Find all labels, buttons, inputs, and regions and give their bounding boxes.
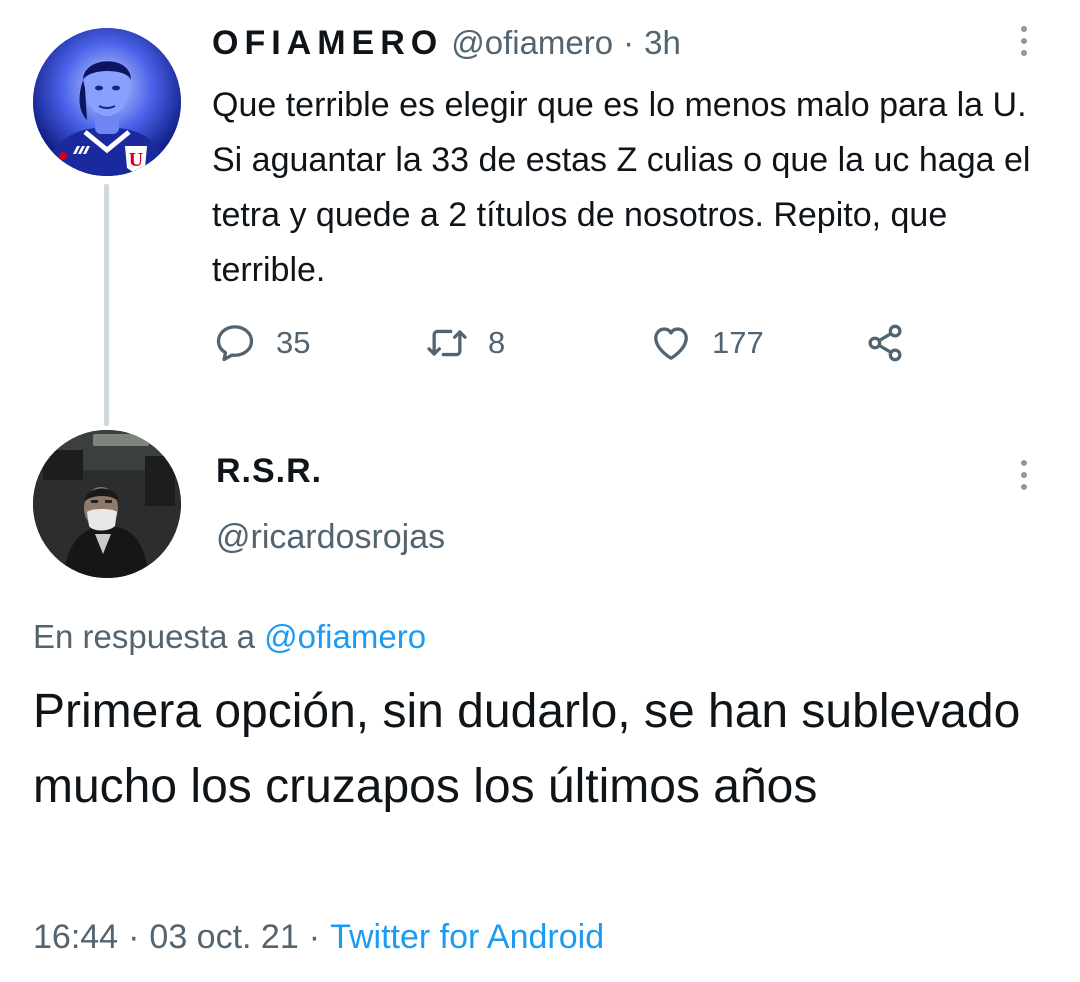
separator-dot: · (623, 24, 635, 61)
profile-photo-icon (33, 430, 181, 578)
like-button[interactable]: 177 (648, 318, 764, 368)
tweet-header: OFIAMERO @ofiamero · 3h (212, 24, 681, 64)
retweet-icon (424, 320, 470, 366)
replying-to-label: En respuesta a (33, 618, 255, 655)
share-icon (862, 320, 908, 366)
replying-to-line: En respuesta a @ofiamero (33, 618, 426, 656)
tweet-date: 03 oct. 21 (149, 918, 299, 956)
svg-text:U: U (129, 149, 143, 171)
user-handle[interactable]: @ofiamero (451, 24, 613, 62)
profile-photo-icon: U (33, 28, 181, 176)
reply-icon (212, 320, 258, 366)
reply-count: 35 (276, 325, 311, 360)
tweet-text: Primera opción, sin dudarlo, se han subl… (33, 685, 1021, 813)
like-count: 177 (712, 325, 764, 360)
tweet-thread-view: U OFIAMERO @ofiamero · 3h Que terrible e… (0, 0, 1080, 982)
more-options-icon[interactable] (1017, 460, 1031, 490)
tweet-timestamp[interactable]: 3h (644, 24, 681, 62)
replying-to-mention-link[interactable]: @ofiamero (264, 618, 426, 655)
avatar[interactable]: U (33, 28, 181, 176)
reply-button[interactable]: 35 (212, 318, 310, 368)
tweet-actions-bar: 35 8 177 (212, 318, 932, 368)
user-handle[interactable]: @ricardosrojas (216, 518, 445, 557)
avatar[interactable] (33, 430, 181, 578)
tweet-metadata: 16:44 · 03 oct. 21 · Twitter for Android (33, 918, 604, 957)
display-name[interactable]: OFIAMERO (212, 24, 443, 63)
display-name[interactable]: R.S.R. (216, 452, 322, 491)
separator-dot: · (308, 918, 321, 956)
tweet-time: 16:44 (33, 918, 119, 956)
thread-connector-line (104, 184, 109, 426)
more-options-icon[interactable] (1017, 26, 1031, 56)
share-button[interactable] (862, 318, 908, 368)
separator-dot: · (128, 918, 140, 956)
retweet-count: 8 (488, 325, 506, 360)
retweet-button[interactable]: 8 (424, 318, 505, 368)
tweet-source-link[interactable]: Twitter for Android (330, 918, 604, 957)
tweet-text: Que terrible es elegir que es lo menos m… (212, 86, 1031, 289)
heart-icon (648, 320, 694, 366)
